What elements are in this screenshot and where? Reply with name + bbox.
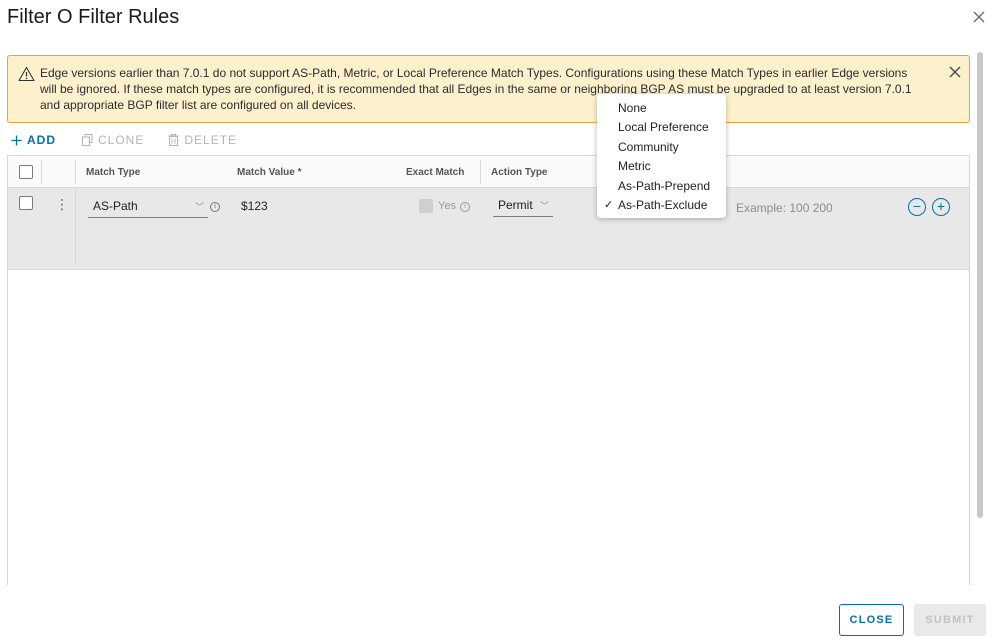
delete-button[interactable]: DELETE: [168, 133, 237, 147]
column-header-match-type[interactable]: Match Type: [86, 167, 140, 178]
alert-message: Edge versions earlier than 7.0.1 do not …: [40, 66, 912, 112]
clone-button-label: CLONE: [98, 133, 145, 147]
menu-item-as-path-prepend[interactable]: As-Path-Prepend: [618, 178, 710, 194]
add-button-label: ADD: [27, 133, 56, 147]
action-value-placeholder[interactable]: Example: 100 200: [736, 201, 833, 215]
chevron-down-icon: ﹀: [194, 202, 204, 212]
menu-item-local-preference[interactable]: Local Preference: [618, 119, 709, 135]
scrollbar-thumb[interactable]: [977, 52, 983, 518]
action-type-value: Permit: [498, 198, 533, 212]
grid-toolbar: ADD CLONE DELETE: [11, 132, 261, 148]
copy-icon: [82, 134, 93, 146]
action-type-select[interactable]: Permit ﹀: [493, 198, 553, 217]
close-button[interactable]: CLOSE: [839, 604, 904, 636]
column-divider: [75, 188, 76, 264]
exact-match-text: Yes: [438, 200, 456, 212]
match-value-input[interactable]: $123: [241, 199, 268, 213]
match-type-value: AS-Path: [93, 199, 138, 213]
exact-match-label: Yes: [438, 200, 456, 212]
filter-rules-grid: Match Type Match Value * Exact Match Act…: [7, 155, 970, 585]
grid-header: Match Type Match Value * Exact Match Act…: [8, 156, 969, 188]
remove-row-button[interactable]: −: [908, 198, 926, 216]
menu-item-none[interactable]: None: [618, 100, 647, 116]
info-icon[interactable]: i: [460, 202, 470, 212]
column-divider: [75, 160, 76, 184]
clone-button[interactable]: CLONE: [82, 133, 144, 147]
close-icon[interactable]: [971, 9, 987, 25]
row-actions-menu[interactable]: ⋮: [55, 197, 69, 211]
info-icon[interactable]: i: [210, 202, 220, 212]
menu-item-metric[interactable]: Metric: [618, 158, 651, 174]
dialog-title: Filter O Filter Rules: [7, 6, 180, 28]
delete-button-label: DELETE: [184, 133, 238, 147]
column-header-exact-match[interactable]: Exact Match: [406, 167, 464, 178]
warning-icon: [18, 66, 35, 82]
select-all-checkbox[interactable]: [19, 165, 33, 179]
alert-close-icon[interactable]: [948, 65, 962, 79]
column-header-action-type[interactable]: Action Type: [491, 167, 547, 178]
exact-match-checkbox: [419, 199, 433, 213]
row-checkbox[interactable]: [19, 196, 33, 210]
menu-item-community[interactable]: Community: [618, 139, 679, 155]
table-row: ⋮ AS-Path ﹀ i $123 Yes i Permit ﹀ Exampl…: [8, 188, 969, 270]
match-type-select[interactable]: AS-Path ﹀: [88, 199, 208, 218]
action-dropdown-menu: None Local Preference Community Metric A…: [597, 94, 726, 218]
column-header-match-value[interactable]: Match Value *: [237, 167, 301, 178]
add-button[interactable]: ADD: [11, 133, 56, 147]
menu-item-as-path-exclude[interactable]: As-Path-Exclude: [618, 197, 707, 213]
check-icon: ✓: [604, 199, 614, 211]
submit-button[interactable]: SUBMIT: [914, 604, 986, 636]
chevron-down-icon: ﹀: [539, 201, 549, 211]
add-row-button[interactable]: +: [932, 198, 950, 216]
plus-icon: [11, 135, 22, 145]
warning-alert: Edge versions earlier than 7.0.1 do not …: [7, 55, 970, 123]
column-divider: [480, 160, 481, 184]
column-divider: [41, 160, 42, 184]
trash-icon: [168, 134, 179, 146]
